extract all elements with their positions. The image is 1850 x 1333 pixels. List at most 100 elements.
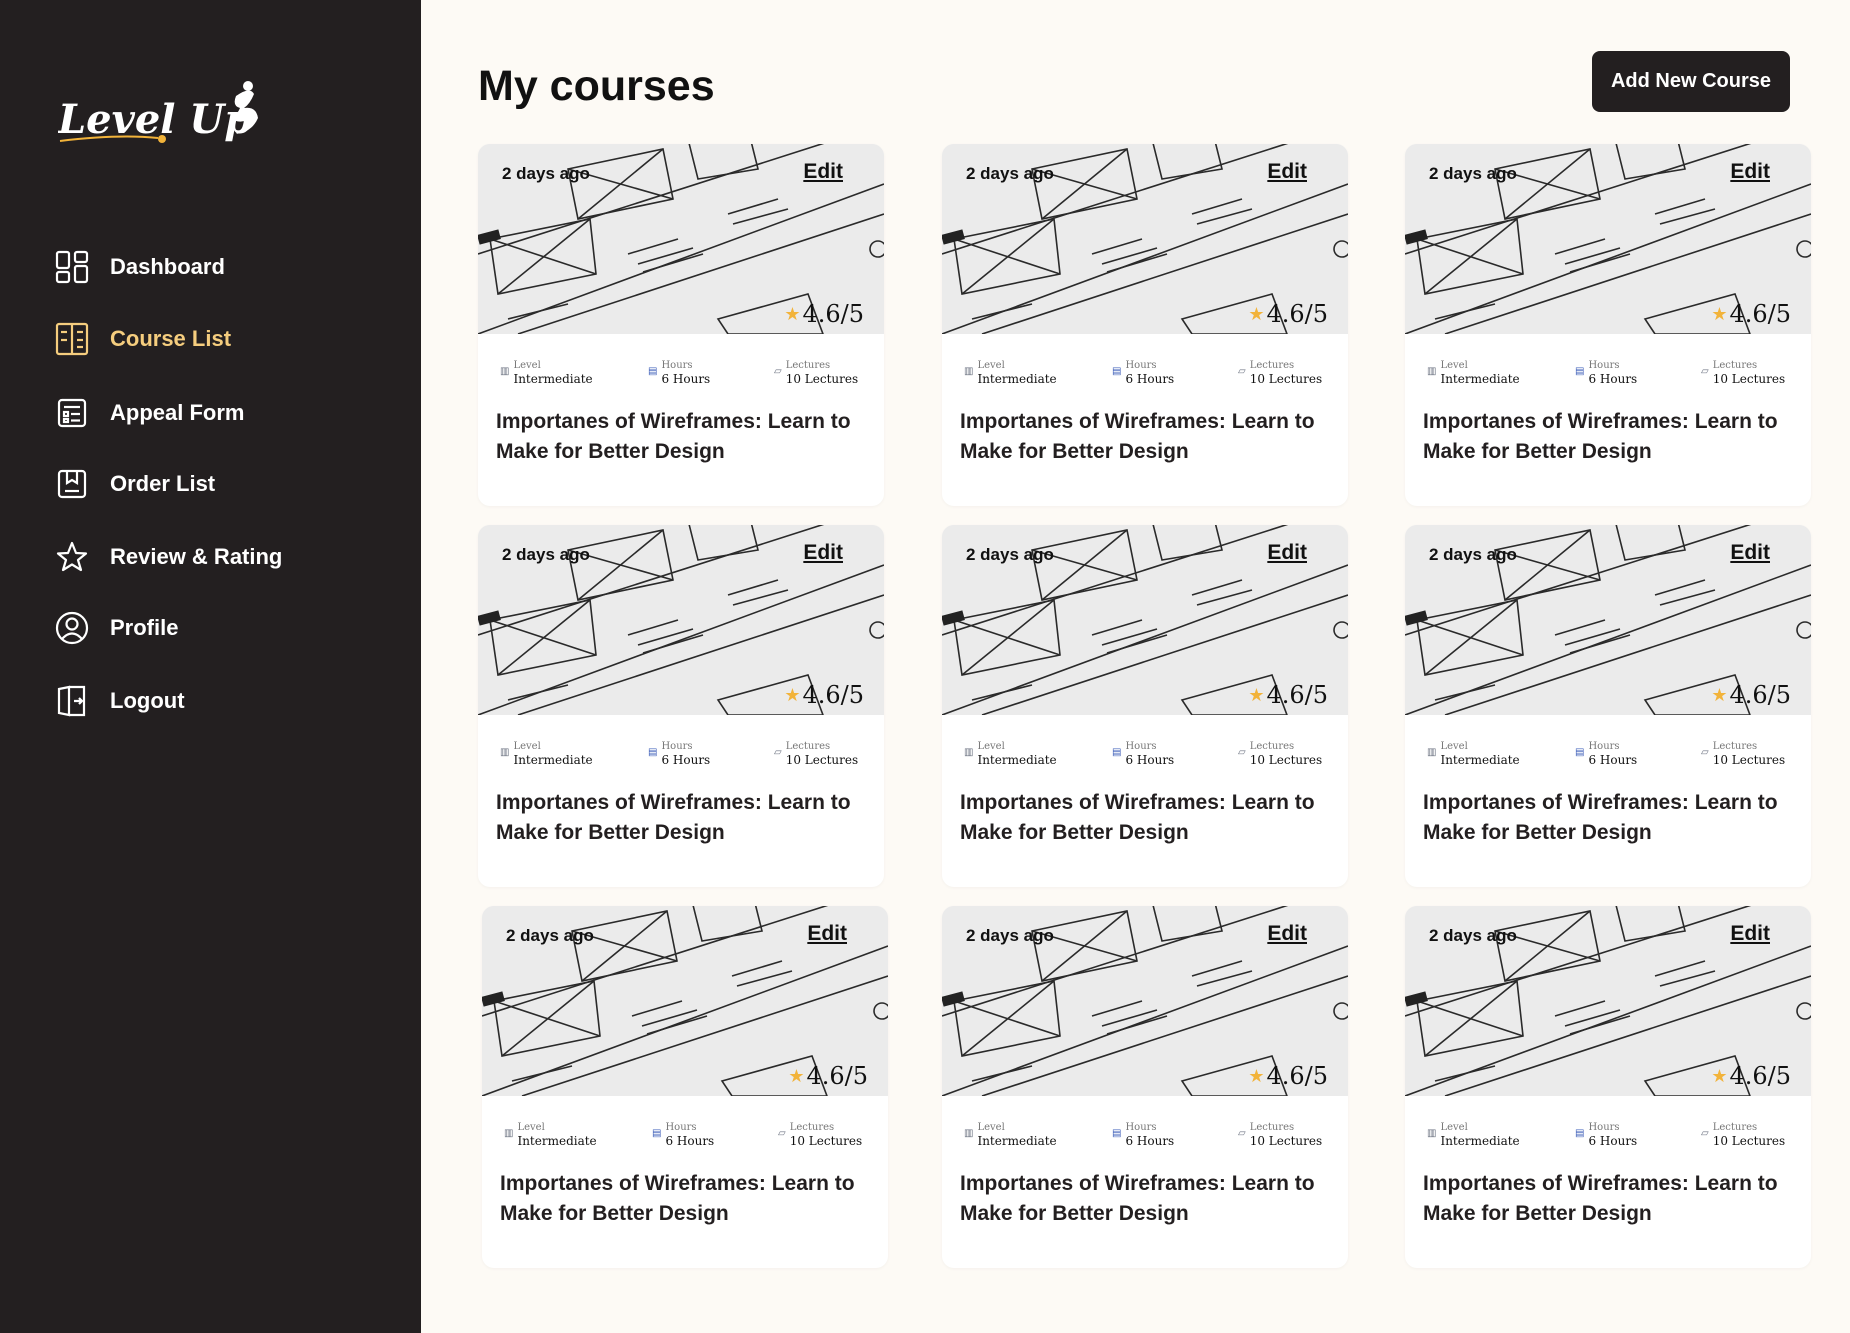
meta-level: ▥ Level Intermediate xyxy=(964,1122,1057,1148)
meta-value: Intermediate xyxy=(517,1134,597,1148)
meta-value: 10 Lectures xyxy=(789,1134,863,1148)
lectures-icon: ▱ xyxy=(1238,366,1246,377)
meta-value: 6 Hours xyxy=(1125,372,1175,386)
dashboard-grid-icon xyxy=(54,249,90,285)
meta-lectures: ▱ Lectures 10 Lectures xyxy=(1238,360,1322,386)
meta-label: Level xyxy=(1440,1122,1468,1133)
meta-label: Lectures xyxy=(1712,741,1758,752)
course-meta: ▥ Level Intermediate ▤ Hours 6 Hours ▱ L… xyxy=(1427,1122,1793,1150)
meta-hours: ▤ Hours 6 Hours xyxy=(1112,360,1174,386)
meta-value: 6 Hours xyxy=(1125,753,1175,767)
posted-time: 2 days ago xyxy=(506,926,594,945)
meta-label: Level xyxy=(977,741,1005,752)
sidebar-item-order-list[interactable]: Order List xyxy=(54,464,215,504)
posted-time: 2 days ago xyxy=(966,926,1054,945)
course-meta: ▥ Level Intermediate ▤ Hours 6 Hours ▱ L… xyxy=(500,741,866,769)
course-card[interactable]: 2 days ago Edit ★ 4.6/5 ▥ Level Intermed… xyxy=(478,144,884,506)
course-card[interactable]: 2 days ago Edit ★ 4.6/5 ▥ Level Intermed… xyxy=(942,144,1348,506)
course-title[interactable]: Importanes of Wireframes: Learn to Make … xyxy=(1423,407,1793,467)
course-title[interactable]: Importanes of Wireframes: Learn to Make … xyxy=(500,1169,870,1229)
rating-star-icon: ★ xyxy=(788,1065,805,1087)
course-card[interactable]: 2 days ago Edit ★ 4.6/5 ▥ Level Intermed… xyxy=(942,525,1348,887)
sidebar-item-logout[interactable]: Logout xyxy=(54,681,185,721)
meta-label: Level xyxy=(513,741,541,752)
meta-label: Level xyxy=(1440,741,1468,752)
edit-course-link[interactable]: Edit xyxy=(807,922,847,946)
sidebar-item-appeal-form[interactable]: Appeal Form xyxy=(54,393,244,433)
edit-course-link[interactable]: Edit xyxy=(1730,160,1770,184)
sidebar-item-course-list[interactable]: Course List xyxy=(54,319,231,359)
rating-value: 4.6/5 xyxy=(1729,1062,1791,1090)
edit-course-link[interactable]: Edit xyxy=(1730,541,1770,565)
meta-value: 6 Hours xyxy=(661,753,711,767)
course-title[interactable]: Importanes of Wireframes: Learn to Make … xyxy=(960,1169,1330,1229)
meta-label: Level xyxy=(513,360,541,371)
meta-level: ▥ Level Intermediate xyxy=(964,360,1057,386)
edit-course-link[interactable]: Edit xyxy=(1267,541,1307,565)
course-rating: ★ 4.6/5 xyxy=(784,681,864,709)
course-card[interactable]: 2 days ago Edit ★ 4.6/5 ▥ Level Intermed… xyxy=(482,906,888,1268)
edit-course-link[interactable]: Edit xyxy=(1267,922,1307,946)
course-meta: ▥ Level Intermediate ▤ Hours 6 Hours ▱ L… xyxy=(964,741,1330,769)
clock-icon: ▤ xyxy=(1112,1128,1122,1139)
level-up-logo[interactable]: Level Up xyxy=(57,78,278,158)
meta-lectures: ▱ Lectures 10 Lectures xyxy=(774,741,858,767)
edit-course-link[interactable]: Edit xyxy=(803,160,843,184)
sidebar-item-label: Review & Rating xyxy=(110,544,283,569)
course-title[interactable]: Importanes of Wireframes: Learn to Make … xyxy=(960,407,1330,467)
sidebar-item-label: Profile xyxy=(110,615,179,640)
course-title[interactable]: Importanes of Wireframes: Learn to Make … xyxy=(1423,788,1793,848)
meta-level: ▥ Level Intermediate xyxy=(500,360,593,386)
level-bars-icon: ▥ xyxy=(500,366,510,377)
meta-level: ▥ Level Intermediate xyxy=(964,741,1057,767)
sidebar-item-dashboard[interactable]: Dashboard xyxy=(54,247,225,287)
meta-label: Lectures xyxy=(1712,1122,1758,1133)
course-meta: ▥ Level Intermediate ▤ Hours 6 Hours ▱ L… xyxy=(504,1122,870,1150)
level-bars-icon: ▥ xyxy=(504,1128,514,1139)
lectures-icon: ▱ xyxy=(774,747,782,758)
sidebar-item-profile[interactable]: Profile xyxy=(54,608,178,648)
rating-value: 4.6/5 xyxy=(806,1062,868,1090)
course-thumbnail: 2 days ago Edit ★ 4.6/5 xyxy=(478,144,884,334)
meta-value: Intermediate xyxy=(1440,1134,1520,1148)
course-meta: ▥ Level Intermediate ▤ Hours 6 Hours ▱ L… xyxy=(964,1122,1330,1150)
course-rating: ★ 4.6/5 xyxy=(1711,1062,1791,1090)
course-rating: ★ 4.6/5 xyxy=(1711,300,1791,328)
clock-icon: ▤ xyxy=(648,366,658,377)
meta-label: Hours xyxy=(1125,741,1157,752)
sidebar-item-label: Course List xyxy=(110,326,232,351)
course-title[interactable]: Importanes of Wireframes: Learn to Make … xyxy=(496,407,866,467)
course-card[interactable]: 2 days ago Edit ★ 4.6/5 ▥ Level Intermed… xyxy=(478,525,884,887)
course-rating: ★ 4.6/5 xyxy=(788,1062,868,1090)
course-card[interactable]: 2 days ago Edit ★ 4.6/5 ▥ Level Intermed… xyxy=(1405,144,1811,506)
course-rating: ★ 4.6/5 xyxy=(784,300,864,328)
meta-hours: ▤ Hours 6 Hours xyxy=(1575,360,1637,386)
meta-value: Intermediate xyxy=(513,372,593,386)
bookmark-box-icon xyxy=(54,466,90,502)
meta-lectures: ▱ Lectures 10 Lectures xyxy=(1701,1122,1785,1148)
sidebar-item-review-rating[interactable]: Review & Rating xyxy=(54,537,282,577)
meta-label: Hours xyxy=(1588,360,1620,371)
course-card[interactable]: 2 days ago Edit ★ 4.6/5 ▥ Level Intermed… xyxy=(1405,906,1811,1268)
course-title[interactable]: Importanes of Wireframes: Learn to Make … xyxy=(1423,1169,1793,1229)
rating-star-icon: ★ xyxy=(1711,684,1728,706)
edit-course-link[interactable]: Edit xyxy=(1730,922,1770,946)
meta-value: Intermediate xyxy=(977,372,1057,386)
rating-star-icon: ★ xyxy=(1248,684,1265,706)
course-title[interactable]: Importanes of Wireframes: Learn to Make … xyxy=(496,788,866,848)
posted-time: 2 days ago xyxy=(1429,926,1517,945)
course-card[interactable]: 2 days ago Edit ★ 4.6/5 ▥ Level Intermed… xyxy=(942,906,1348,1268)
rating-value: 4.6/5 xyxy=(1266,300,1328,328)
add-new-course-button[interactable]: Add New Course xyxy=(1592,51,1790,112)
edit-course-link[interactable]: Edit xyxy=(1267,160,1307,184)
level-bars-icon: ▥ xyxy=(964,1128,974,1139)
meta-level: ▥ Level Intermediate xyxy=(1427,360,1520,386)
meta-value: Intermediate xyxy=(513,753,593,767)
meta-label: Hours xyxy=(665,1122,697,1133)
course-card[interactable]: 2 days ago Edit ★ 4.6/5 ▥ Level Intermed… xyxy=(1405,525,1811,887)
level-bars-icon: ▥ xyxy=(1427,1128,1437,1139)
course-meta: ▥ Level Intermediate ▤ Hours 6 Hours ▱ L… xyxy=(1427,360,1793,388)
edit-course-link[interactable]: Edit xyxy=(803,541,843,565)
clock-icon: ▤ xyxy=(1112,366,1122,377)
course-title[interactable]: Importanes of Wireframes: Learn to Make … xyxy=(960,788,1330,848)
